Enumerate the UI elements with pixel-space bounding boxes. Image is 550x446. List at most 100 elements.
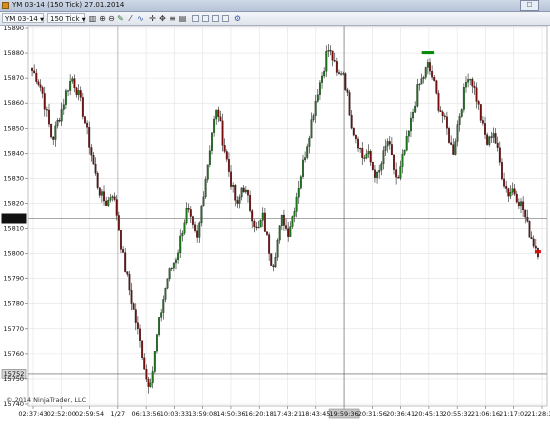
zoom-in-icon[interactable]: ⊕ bbox=[98, 14, 107, 23]
up-candle bbox=[488, 136, 491, 145]
properties-icon[interactable]: ≡ bbox=[168, 14, 177, 23]
y-tick-label: 15870 bbox=[3, 74, 24, 82]
x-tick-label: 20:55:32 bbox=[443, 410, 472, 418]
down-candle bbox=[219, 116, 222, 122]
up-candle bbox=[172, 262, 175, 269]
price-chart[interactable]: 157521581419:59:36 158901588015870158601… bbox=[0, 26, 550, 446]
up-candle bbox=[109, 197, 112, 201]
down-candle bbox=[486, 134, 489, 145]
down-candle bbox=[81, 97, 84, 117]
up-candle bbox=[278, 225, 281, 241]
y-tick-label: 15850 bbox=[3, 124, 24, 132]
up-candle bbox=[465, 82, 467, 88]
down-candle bbox=[33, 70, 36, 74]
up-candle bbox=[308, 137, 311, 147]
up-candle bbox=[424, 67, 427, 78]
down-candle bbox=[225, 151, 228, 160]
x-tick-label: 14:50:36 bbox=[216, 410, 245, 418]
up-candle bbox=[77, 90, 80, 95]
up-candle bbox=[316, 94, 319, 102]
down-candle bbox=[50, 124, 53, 138]
down-candle bbox=[263, 212, 266, 232]
down-candle bbox=[526, 216, 529, 222]
crosshair-icon[interactable]: ✛ bbox=[148, 14, 157, 23]
strategy-icon[interactable]: ⚙ bbox=[233, 14, 242, 23]
down-candle bbox=[429, 62, 431, 72]
restore-window-button[interactable]: □ bbox=[520, 0, 539, 11]
y-tick-label: 15790 bbox=[3, 275, 24, 283]
up-candle bbox=[107, 200, 110, 206]
instrument-selector[interactable]: YM 03-14 ▼ bbox=[2, 13, 44, 23]
down-candle bbox=[282, 214, 285, 226]
down-candle bbox=[128, 274, 131, 291]
down-candle bbox=[37, 81, 40, 85]
down-candle bbox=[84, 116, 86, 124]
buy-signal-marker bbox=[430, 51, 435, 55]
move-icon[interactable]: ✥ bbox=[158, 14, 167, 23]
draw-pen-icon[interactable]: ✎ bbox=[116, 14, 125, 23]
up-candle bbox=[306, 146, 309, 158]
up-candle bbox=[414, 106, 417, 113]
down-candle bbox=[247, 189, 249, 196]
down-candle bbox=[230, 171, 232, 187]
down-candle bbox=[477, 101, 480, 105]
down-candle bbox=[270, 253, 273, 266]
up-candle bbox=[454, 141, 457, 155]
down-candle bbox=[431, 71, 434, 78]
y-tick-label: 15890 bbox=[3, 26, 24, 32]
grid-icon-3[interactable] bbox=[212, 15, 219, 22]
down-candle bbox=[445, 116, 448, 129]
up-candle bbox=[293, 211, 296, 217]
down-candle bbox=[471, 79, 474, 87]
down-candle bbox=[528, 221, 531, 238]
down-candle bbox=[435, 80, 438, 94]
down-candle bbox=[194, 224, 196, 231]
up-candle bbox=[376, 172, 379, 178]
x-tick-label: 1/27 bbox=[111, 410, 126, 418]
draw-line-icon[interactable]: ⁄ bbox=[126, 14, 135, 23]
down-candle bbox=[196, 230, 199, 238]
up-candle bbox=[323, 71, 326, 77]
grid-icon-4[interactable] bbox=[222, 15, 229, 22]
down-candle bbox=[234, 185, 237, 201]
y-tick-label: 15780 bbox=[3, 300, 24, 308]
down-candle bbox=[448, 128, 450, 143]
down-candle bbox=[352, 127, 355, 136]
down-candle bbox=[335, 61, 338, 73]
down-candle bbox=[346, 89, 349, 93]
chart-type-icon[interactable]: ▥ bbox=[88, 14, 97, 23]
down-candle bbox=[333, 60, 336, 62]
up-candle bbox=[460, 109, 463, 117]
down-candle bbox=[251, 210, 254, 222]
up-candle bbox=[511, 188, 514, 193]
up-candle bbox=[259, 220, 262, 228]
up-candle bbox=[183, 222, 186, 234]
zoom-out-icon[interactable]: ⊖ bbox=[107, 14, 116, 23]
y-tick-label: 15860 bbox=[3, 99, 24, 107]
window-title-bar[interactable]: YM 03-14 (150 Tick) 27.01.2014 □ bbox=[0, 0, 550, 12]
instrument-label: YM 03-14 bbox=[5, 15, 38, 23]
x-tick-label: 06:13:56 bbox=[132, 410, 161, 418]
y-tick-label: 15820 bbox=[3, 199, 24, 207]
down-candle bbox=[354, 134, 357, 140]
up-candle bbox=[162, 299, 165, 313]
grid-icon-2[interactable] bbox=[202, 15, 209, 22]
down-candle bbox=[496, 142, 499, 148]
down-candle bbox=[501, 162, 503, 180]
down-candle bbox=[507, 188, 510, 197]
grid-icon-1[interactable] bbox=[192, 15, 199, 22]
data-box-icon[interactable]: ▤ bbox=[178, 14, 187, 23]
up-candle bbox=[295, 196, 298, 212]
up-candle bbox=[215, 109, 218, 120]
up-candle bbox=[160, 312, 163, 318]
up-candle bbox=[168, 268, 171, 280]
up-candle bbox=[297, 187, 300, 198]
up-candle bbox=[164, 288, 167, 300]
up-candle bbox=[314, 101, 317, 116]
up-candle bbox=[321, 75, 323, 83]
indicator-icon[interactable]: ∿ bbox=[136, 14, 145, 23]
down-candle bbox=[253, 220, 256, 228]
interval-selector[interactable]: 150 Tick ▼ bbox=[47, 13, 86, 23]
down-candle bbox=[390, 144, 393, 156]
down-candle bbox=[96, 173, 99, 188]
